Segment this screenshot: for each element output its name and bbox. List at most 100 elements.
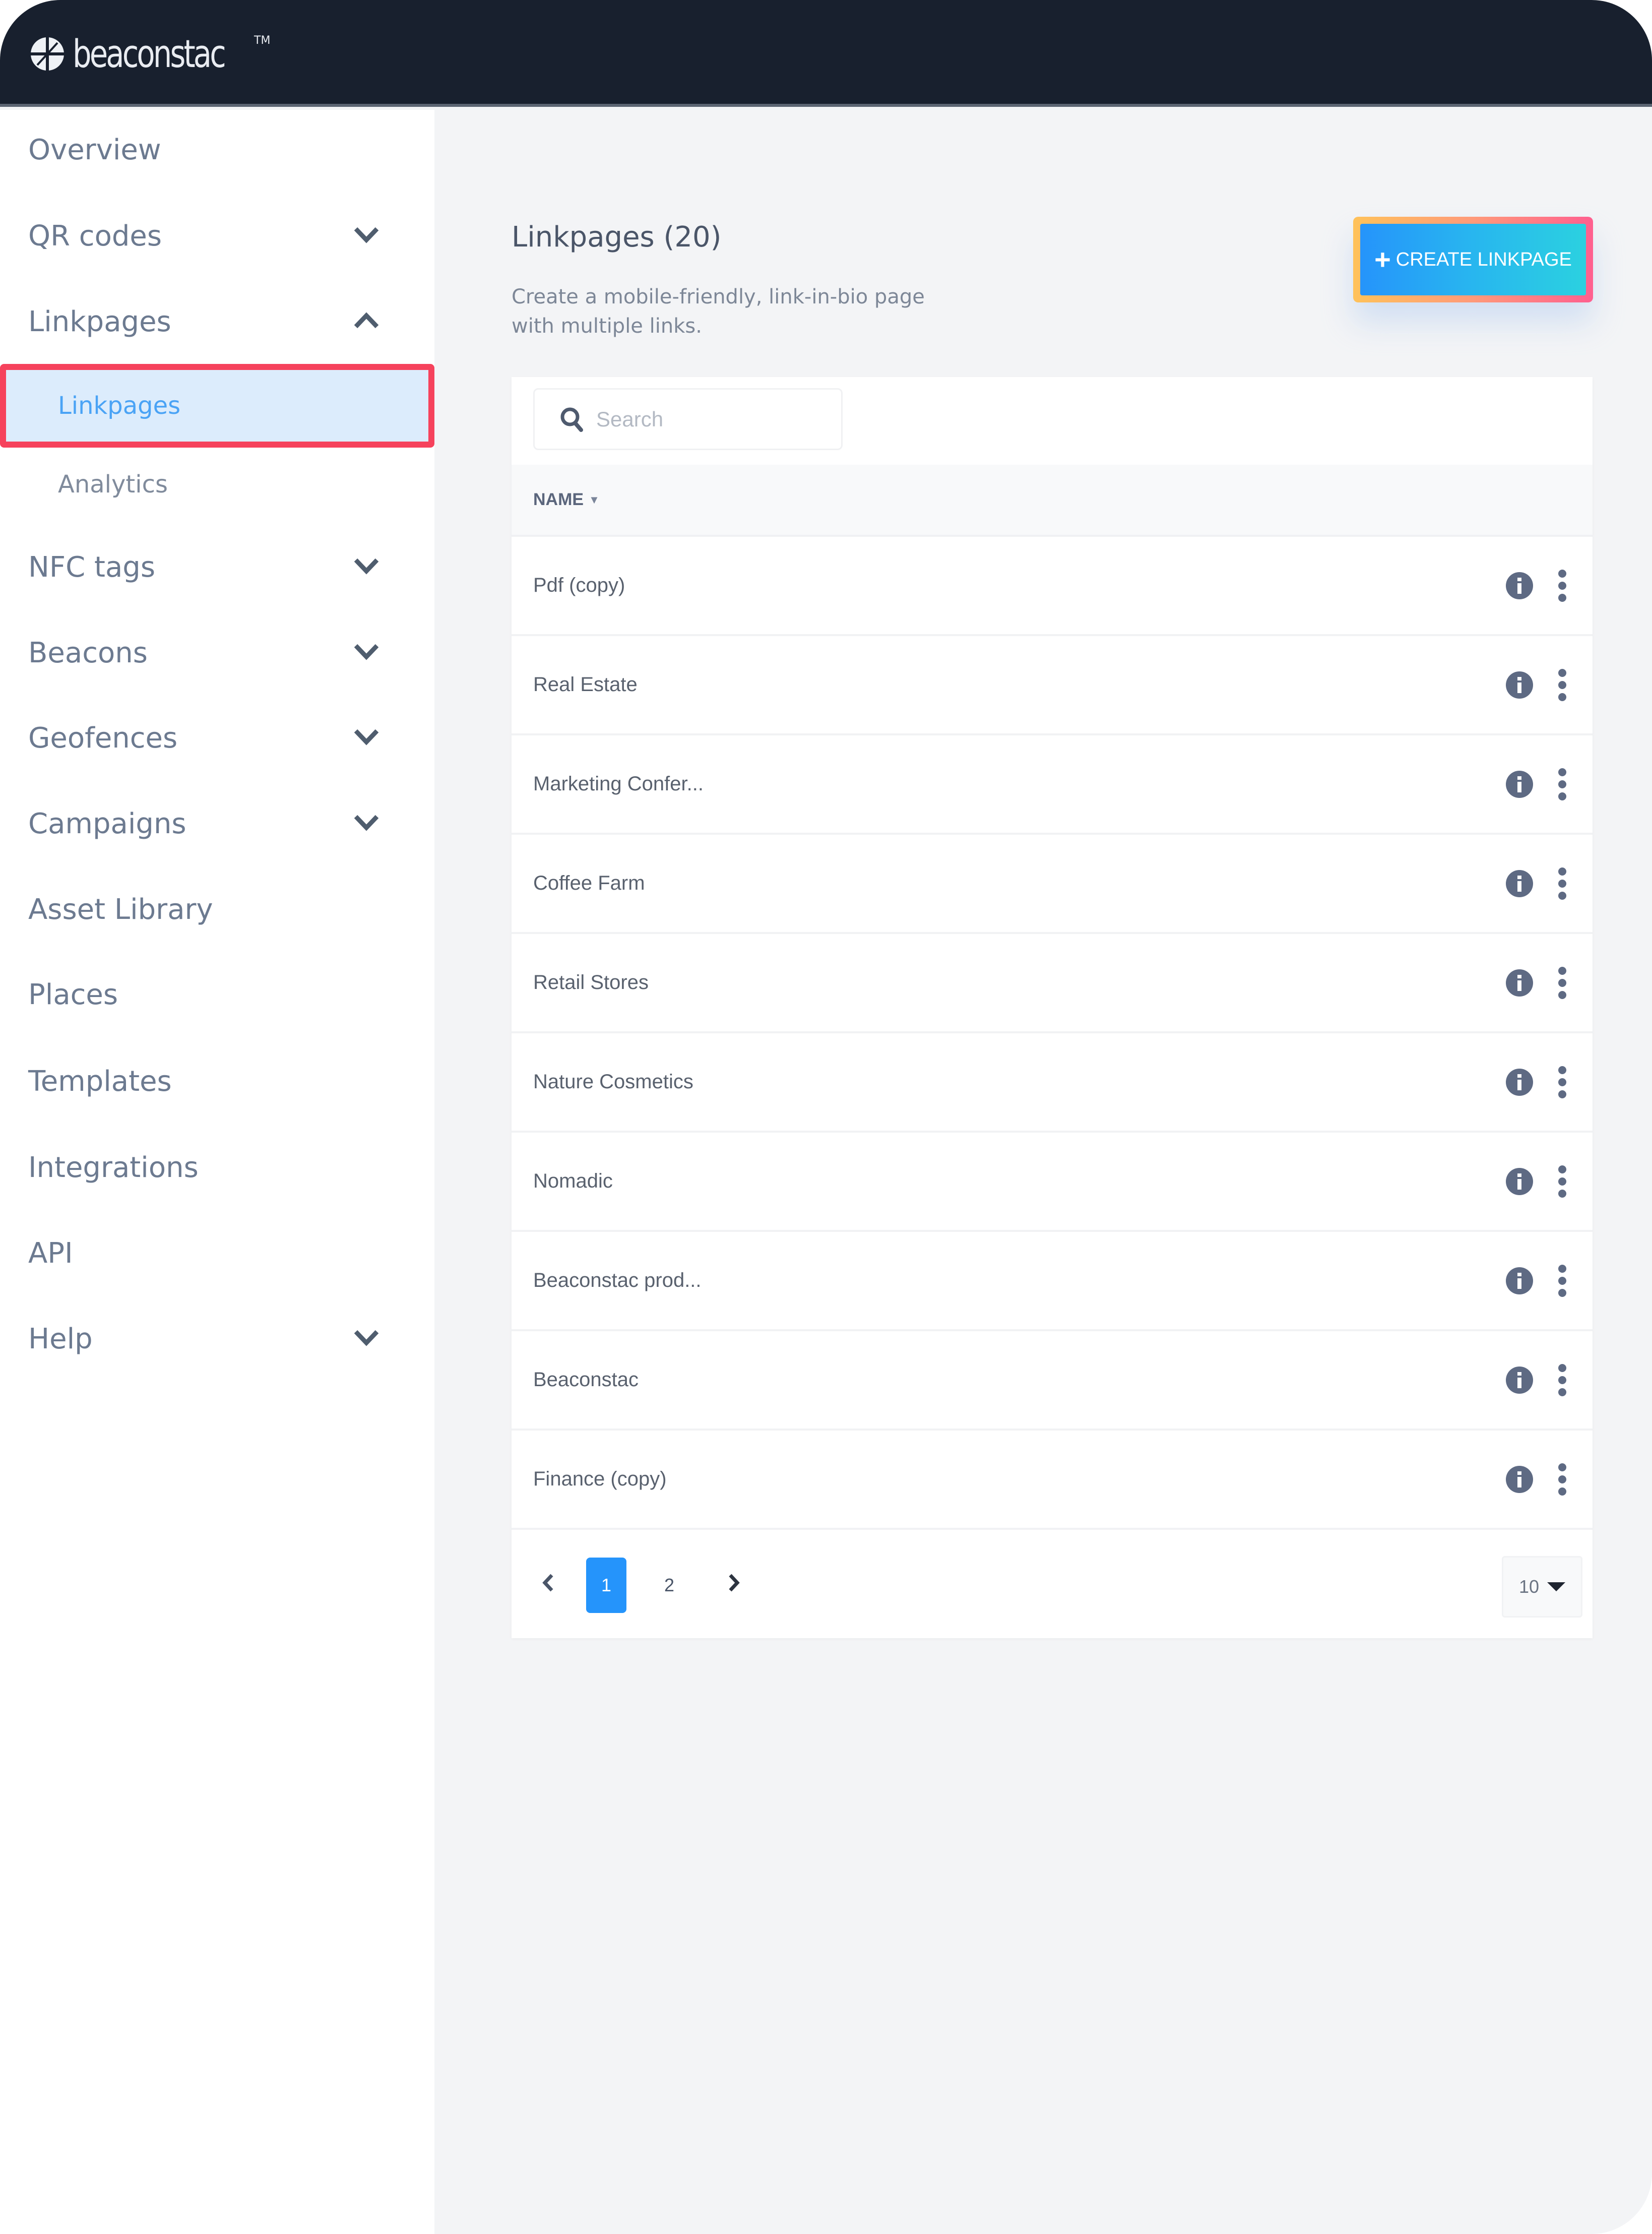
next-page-icon[interactable] xyxy=(724,1570,744,1595)
chevron-down-icon xyxy=(354,1330,379,1346)
table-row[interactable]: Beaconstac xyxy=(512,1331,1593,1431)
page-button-2[interactable]: 2 xyxy=(649,1558,689,1613)
table-row[interactable]: Real Estate xyxy=(512,636,1593,735)
sidebar-subitem-label: Analytics xyxy=(58,470,168,499)
plus-icon: + xyxy=(1374,243,1391,275)
sidebar-item-label: NFC tags xyxy=(28,550,155,584)
sidebar-item-label: Places xyxy=(28,978,118,1011)
more-vertical-icon[interactable] xyxy=(1557,668,1567,701)
more-vertical-icon[interactable] xyxy=(1557,1463,1567,1496)
sidebar-item-qr-codes[interactable]: QR codes xyxy=(0,206,434,266)
chevron-down-icon xyxy=(354,558,379,575)
sidebar-item-integrations[interactable]: Integrations xyxy=(0,1137,434,1198)
trademark-mark: TM xyxy=(254,34,271,47)
info-icon[interactable] xyxy=(1505,572,1534,600)
column-header-name[interactable]: NAME ▼ xyxy=(533,490,600,510)
more-vertical-icon[interactable] xyxy=(1557,569,1567,602)
page-button-1[interactable]: 1 xyxy=(586,1558,626,1613)
sidebar-item-overview[interactable]: Overview xyxy=(0,119,434,180)
page-number: 2 xyxy=(664,1575,675,1595)
info-icon[interactable] xyxy=(1505,1267,1534,1295)
sidebar-item-geofences[interactable]: Geofences xyxy=(0,708,434,768)
table-row[interactable]: Nature Cosmetics xyxy=(512,1033,1593,1133)
linkpage-name[interactable]: Retail Stores xyxy=(533,971,649,994)
pagination: 1 2 10 xyxy=(512,1530,1593,1638)
prev-page-icon[interactable] xyxy=(538,1570,558,1595)
app-window: beaconstac TM Overview QR codes Linkpage… xyxy=(0,0,1652,2234)
linkpages-table-card: NAME ▼ Pdf (copy) Real Estate Marketing Co… xyxy=(512,377,1593,1638)
sidebar-item-label: Geofences xyxy=(28,721,178,755)
more-vertical-icon[interactable] xyxy=(1557,1264,1567,1297)
sidebar-subitem-label: Linkpages xyxy=(58,392,181,420)
sidebar-item-label: Help xyxy=(28,1322,93,1355)
chevron-up-icon xyxy=(354,312,379,329)
search-field[interactable] xyxy=(533,388,843,450)
more-vertical-icon[interactable] xyxy=(1557,966,1567,999)
sidebar-item-beacons[interactable]: Beacons xyxy=(0,623,434,683)
sidebar-item-label: QR codes xyxy=(28,219,162,253)
linkpage-name[interactable]: Nature Cosmetics xyxy=(533,1071,693,1093)
sidebar-item-templates[interactable]: Templates xyxy=(0,1051,434,1111)
sidebar-item-label: Templates xyxy=(28,1065,172,1098)
table-header: NAME ▼ xyxy=(512,465,1593,537)
sidebar: Overview QR codes Linkpages Linkpages An… xyxy=(0,110,434,2234)
table-row[interactable]: Marketing Confer... xyxy=(512,735,1593,835)
chevron-down-icon xyxy=(354,644,379,660)
create-linkpage-button-body: + CREATE LINKPAGE xyxy=(1360,224,1586,295)
linkpage-name[interactable]: Marketing Confer... xyxy=(533,773,704,795)
sidebar-item-help[interactable]: Help xyxy=(0,1309,434,1369)
info-icon[interactable] xyxy=(1505,1366,1534,1394)
linkpage-name[interactable]: Pdf (copy) xyxy=(533,574,625,597)
info-icon[interactable] xyxy=(1505,671,1534,699)
info-icon[interactable] xyxy=(1505,1167,1534,1196)
sidebar-item-nfc-tags[interactable]: NFC tags xyxy=(0,537,434,597)
table-row[interactable]: Nomadic xyxy=(512,1133,1593,1232)
sidebar-item-label: Asset Library xyxy=(28,893,213,926)
info-icon[interactable] xyxy=(1505,1465,1534,1494)
beaconstac-logo-icon xyxy=(31,37,64,71)
info-icon[interactable] xyxy=(1505,969,1534,997)
sidebar-item-campaigns[interactable]: Campaigns xyxy=(0,793,434,854)
linkpage-name[interactable]: Coffee Farm xyxy=(533,872,645,895)
chevron-down-icon xyxy=(354,815,379,831)
info-icon[interactable] xyxy=(1505,1068,1534,1096)
rows-per-page-select[interactable]: 10 xyxy=(1502,1556,1582,1618)
more-vertical-icon[interactable] xyxy=(1557,867,1567,900)
sidebar-item-label: Beacons xyxy=(28,636,148,669)
table-row[interactable]: Beaconstac prod... xyxy=(512,1232,1593,1331)
page-description: Create a mobile-friendly, link-in-bio pa… xyxy=(512,285,925,338)
table-row[interactable]: Finance (copy) xyxy=(512,1431,1593,1530)
linkpage-name[interactable]: Nomadic xyxy=(533,1170,613,1193)
create-linkpage-button[interactable]: + CREATE LINKPAGE xyxy=(1353,217,1593,302)
sidebar-item-places[interactable]: Places xyxy=(0,964,434,1025)
linkpage-name[interactable]: Finance (copy) xyxy=(533,1468,667,1491)
sidebar-item-linkpages[interactable]: Linkpages xyxy=(0,291,434,352)
sidebar-item-asset-library[interactable]: Asset Library xyxy=(0,879,434,940)
page-number: 1 xyxy=(601,1575,612,1595)
more-vertical-icon[interactable] xyxy=(1557,1066,1567,1098)
top-bar: beaconstac TM xyxy=(0,0,1652,107)
search-input[interactable] xyxy=(596,407,808,431)
table-row[interactable]: Coffee Farm xyxy=(512,835,1593,934)
sidebar-item-label: Campaigns xyxy=(28,807,186,840)
table-row[interactable]: Retail Stores xyxy=(512,934,1593,1033)
brand-logo[interactable]: beaconstac TM xyxy=(29,31,271,77)
table-row[interactable]: Pdf (copy) xyxy=(512,537,1593,636)
sidebar-item-label: Linkpages xyxy=(28,305,171,338)
more-vertical-icon[interactable] xyxy=(1557,1165,1567,1198)
sidebar-item-label: Integrations xyxy=(28,1151,199,1184)
more-vertical-icon[interactable] xyxy=(1557,768,1567,800)
info-icon[interactable] xyxy=(1505,770,1534,798)
chevron-down-icon xyxy=(354,729,379,746)
more-vertical-icon[interactable] xyxy=(1557,1363,1567,1396)
rows-per-page-value: 10 xyxy=(1518,1576,1540,1597)
sidebar-subitem-analytics[interactable]: Analytics xyxy=(0,454,434,515)
linkpage-name[interactable]: Beaconstac prod... xyxy=(533,1269,702,1292)
sidebar-item-api[interactable]: API xyxy=(0,1223,434,1283)
column-header-label: NAME xyxy=(533,490,584,509)
info-icon[interactable] xyxy=(1505,870,1534,898)
sort-caret-icon: ▼ xyxy=(589,493,600,506)
linkpage-name[interactable]: Beaconstac xyxy=(533,1369,639,1391)
linkpage-name[interactable]: Real Estate xyxy=(533,673,638,696)
sidebar-subitem-linkpages[interactable]: Linkpages xyxy=(0,364,434,448)
